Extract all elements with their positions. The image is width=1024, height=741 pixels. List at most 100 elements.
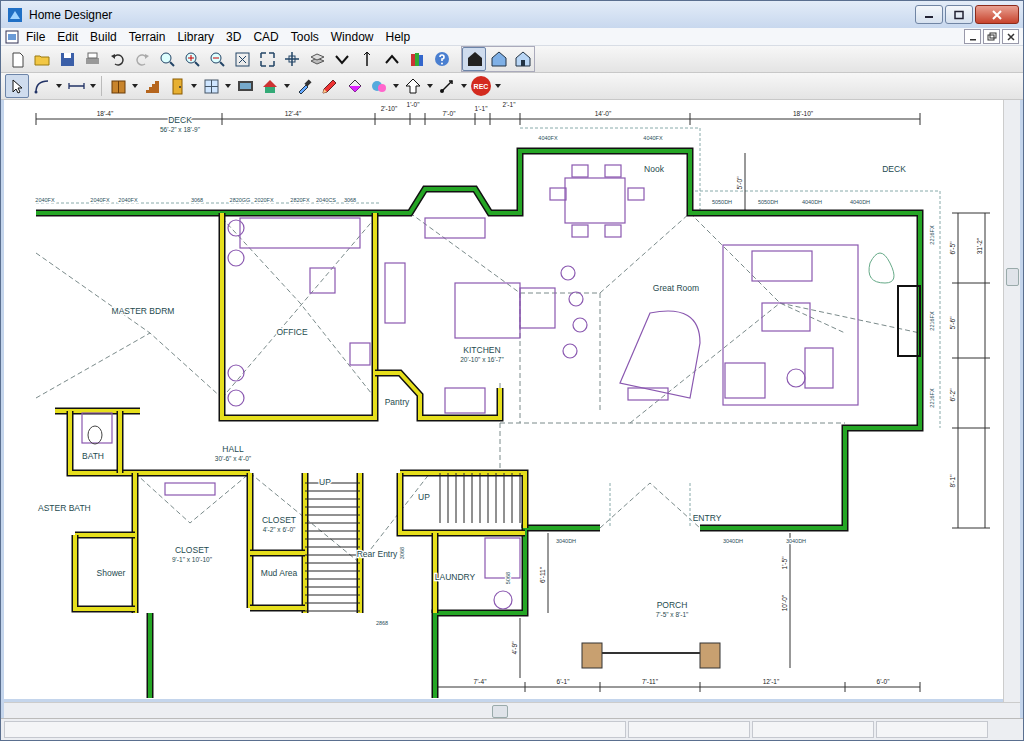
pencil-icon[interactable] (321, 78, 338, 95)
doc-restore-button[interactable] (983, 29, 1000, 44)
house-section-button[interactable] (462, 47, 486, 71)
arrow-up-icon[interactable] (405, 78, 422, 95)
redo-button[interactable] (130, 47, 154, 71)
stairs-icon[interactable] (144, 78, 161, 95)
vertical-line-button[interactable] (355, 47, 379, 71)
dropdown-arrow-icon[interactable] (284, 84, 290, 88)
minimize-button[interactable] (915, 5, 943, 24)
menu-item[interactable]: Library (172, 30, 219, 44)
cabinet-icon[interactable] (110, 78, 127, 95)
pan-icon[interactable] (284, 51, 301, 68)
dropdown-arrow[interactable] (55, 75, 63, 97)
record-button[interactable]: REC (469, 74, 493, 98)
open-folder-button[interactable] (30, 47, 54, 71)
fill-window-icon[interactable] (234, 51, 251, 68)
maximize-button[interactable] (945, 5, 973, 24)
books-button[interactable] (405, 47, 429, 71)
eyedropper-icon[interactable] (296, 78, 313, 95)
house-outline-icon[interactable] (490, 51, 507, 68)
save-disk-button[interactable] (55, 47, 79, 71)
dimension-icon[interactable] (68, 78, 85, 95)
paint-bucket-button[interactable] (342, 74, 366, 98)
new-file-icon[interactable] (9, 51, 26, 68)
fill-window-button[interactable] (230, 47, 254, 71)
record-label[interactable]: REC (471, 76, 491, 96)
materials-icon[interactable] (371, 78, 388, 95)
vertical-line-icon[interactable] (359, 51, 376, 68)
scroll-thumb[interactable] (1006, 268, 1019, 286)
pan-button[interactable] (280, 47, 304, 71)
dropdown-arrow-icon[interactable] (56, 84, 62, 88)
cabinet-button[interactable] (106, 74, 130, 98)
minimize-icon[interactable] (967, 32, 979, 42)
menu-item[interactable]: 3D (221, 30, 246, 44)
books-icon[interactable] (409, 51, 426, 68)
dropdown-arrow-icon[interactable] (90, 84, 96, 88)
save-disk-icon[interactable] (59, 51, 76, 68)
paint-bucket-icon[interactable] (346, 78, 363, 95)
restore-icon[interactable] (986, 32, 998, 42)
menu-item[interactable]: CAD (248, 30, 283, 44)
new-file-button[interactable] (5, 47, 29, 71)
close-icon[interactable] (1005, 32, 1017, 42)
window-icon[interactable] (203, 78, 220, 95)
dropdown-arrow[interactable] (426, 75, 434, 97)
help-button[interactable] (430, 47, 454, 71)
undo-button[interactable] (105, 47, 129, 71)
dropdown-arrow-icon[interactable] (427, 84, 433, 88)
floor-plan[interactable]: DECK56'-2" x 18'-9"MASTER BDRMOFFICEKITC… (4, 100, 1003, 699)
eyedropper-button[interactable] (292, 74, 316, 98)
tv-button[interactable] (233, 74, 257, 98)
dropdown-arrow-icon[interactable] (495, 84, 501, 88)
dropdown-arrow[interactable] (494, 75, 502, 97)
chevron-down-icon[interactable] (334, 51, 351, 68)
stairs-button[interactable] (140, 74, 164, 98)
menu-item[interactable]: Window (326, 30, 379, 44)
redo-icon[interactable] (134, 51, 151, 68)
doc-minimize-button[interactable] (964, 29, 981, 44)
zoom-out-icon[interactable] (209, 51, 226, 68)
door-button[interactable] (165, 74, 189, 98)
zoom-out-button[interactable] (205, 47, 229, 71)
scroll-thumb[interactable] (492, 705, 508, 718)
house-roof-button[interactable] (258, 74, 282, 98)
house-blue-button[interactable] (510, 47, 534, 71)
arrow-up-button[interactable] (401, 74, 425, 98)
printer-icon[interactable] (84, 51, 101, 68)
magnifier-icon[interactable] (159, 51, 176, 68)
dropdown-arrow[interactable] (460, 75, 468, 97)
document-icon[interactable] (5, 30, 19, 44)
expand-button[interactable] (255, 47, 279, 71)
undo-icon[interactable] (109, 51, 126, 68)
maximize-icon[interactable] (953, 10, 965, 20)
transform-icon[interactable] (439, 78, 456, 95)
menu-item[interactable]: Edit (52, 30, 83, 44)
dropdown-arrow[interactable] (283, 75, 291, 97)
dropdown-arrow[interactable] (224, 75, 232, 97)
door-icon[interactable] (169, 78, 186, 95)
arrow-icon[interactable] (9, 78, 26, 95)
menu-item[interactable]: Terrain (124, 30, 171, 44)
layers-button[interactable] (305, 47, 329, 71)
zoom-in-icon[interactable] (184, 51, 201, 68)
zoom-in-button[interactable] (180, 47, 204, 71)
menu-item[interactable]: File (21, 30, 50, 44)
chevron-down-button[interactable] (330, 47, 354, 71)
tv-icon[interactable] (237, 78, 254, 95)
dropdown-arrow[interactable] (131, 75, 139, 97)
dropdown-arrow-icon[interactable] (393, 84, 399, 88)
minimize-icon[interactable] (923, 10, 935, 20)
transform-button[interactable] (435, 74, 459, 98)
arrow-button[interactable] (5, 74, 29, 98)
dropdown-arrow-icon[interactable] (225, 84, 231, 88)
house-outline-button[interactable] (486, 47, 510, 71)
help-icon[interactable] (434, 51, 451, 68)
magnifier-button[interactable] (155, 47, 179, 71)
curve-button[interactable] (30, 74, 54, 98)
menu-item[interactable]: Help (380, 30, 415, 44)
open-folder-icon[interactable] (34, 51, 51, 68)
chevron-up-icon[interactable] (384, 51, 401, 68)
dimension-button[interactable] (64, 74, 88, 98)
close-button[interactable] (975, 5, 1019, 24)
vertical-scrollbar[interactable] (1003, 100, 1020, 702)
